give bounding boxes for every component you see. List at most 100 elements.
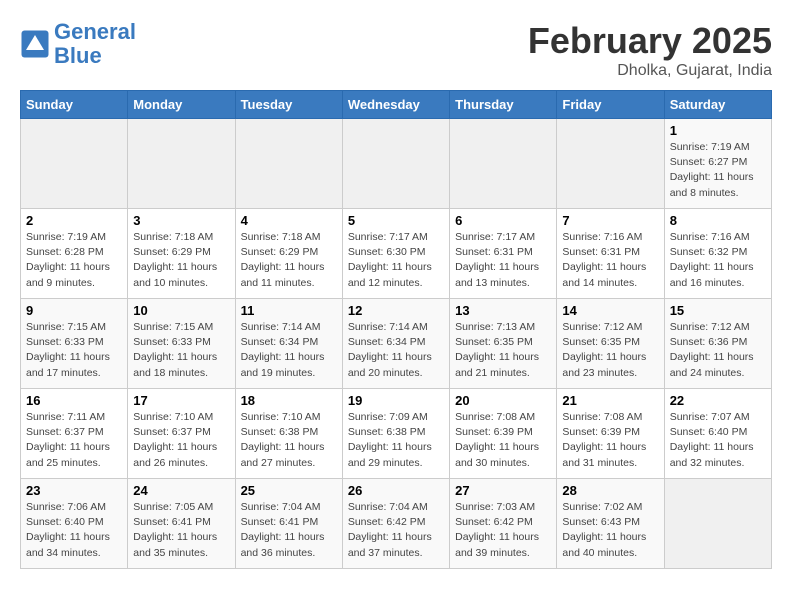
day-info: Sunrise: 7:04 AM Sunset: 6:41 PM Dayligh… [241,500,337,561]
day-info: Sunrise: 7:11 AM Sunset: 6:37 PM Dayligh… [26,410,122,471]
calendar-cell: 24 Sunrise: 7:05 AM Sunset: 6:41 PM Dayli… [128,479,235,569]
day-info: Sunrise: 7:09 AM Sunset: 6:38 PM Dayligh… [348,410,444,471]
day-info: Sunrise: 7:16 AM Sunset: 6:31 PM Dayligh… [562,230,658,291]
day-info: Sunrise: 7:15 AM Sunset: 6:33 PM Dayligh… [26,320,122,381]
day-info: Sunrise: 7:08 AM Sunset: 6:39 PM Dayligh… [562,410,658,471]
column-header-monday: Monday [128,91,235,119]
day-info: Sunrise: 7:14 AM Sunset: 6:34 PM Dayligh… [348,320,444,381]
day-number: 10 [133,303,229,318]
column-header-tuesday: Tuesday [235,91,342,119]
day-number: 14 [562,303,658,318]
day-number: 16 [26,393,122,408]
day-info: Sunrise: 7:12 AM Sunset: 6:35 PM Dayligh… [562,320,658,381]
calendar-body: 1 Sunrise: 7:19 AM Sunset: 6:27 PM Daylig… [21,119,772,569]
day-number: 5 [348,213,444,228]
calendar-cell: 16 Sunrise: 7:11 AM Sunset: 6:37 PM Dayli… [21,389,128,479]
title-block: February 2025 Dholka, Gujarat, India [528,20,772,80]
day-number: 19 [348,393,444,408]
day-info: Sunrise: 7:19 AM Sunset: 6:27 PM Dayligh… [670,140,766,201]
day-number: 22 [670,393,766,408]
calendar-cell: 28 Sunrise: 7:02 AM Sunset: 6:43 PM Dayli… [557,479,664,569]
calendar-cell: 4Sunrise: 7:18 AM Sunset: 6:29 PM Daylig… [235,209,342,299]
calendar-cell: 3 Sunrise: 7:18 AM Sunset: 6:29 PM Daylig… [128,209,235,299]
day-info: Sunrise: 7:15 AM Sunset: 6:33 PM Dayligh… [133,320,229,381]
day-number: 15 [670,303,766,318]
calendar-cell: 15 Sunrise: 7:12 AM Sunset: 6:36 PM Dayli… [664,299,771,389]
calendar-cell [128,119,235,209]
calendar-cell: 2Sunrise: 7:19 AM Sunset: 6:28 PM Daylig… [21,209,128,299]
day-number: 9 [26,303,122,318]
logo-text: General Blue [54,20,136,68]
calendar-cell: 18Sunrise: 7:10 AM Sunset: 6:38 PM Dayli… [235,389,342,479]
calendar-cell: 25 Sunrise: 7:04 AM Sunset: 6:41 PM Dayli… [235,479,342,569]
calendar-cell: 10 Sunrise: 7:15 AM Sunset: 6:33 PM Dayli… [128,299,235,389]
calendar-cell: 13 Sunrise: 7:13 AM Sunset: 6:35 PM Dayli… [450,299,557,389]
logo-icon [20,29,50,59]
day-number: 8 [670,213,766,228]
day-info: Sunrise: 7:02 AM Sunset: 6:43 PM Dayligh… [562,500,658,561]
column-header-thursday: Thursday [450,91,557,119]
day-info: Sunrise: 7:19 AM Sunset: 6:28 PM Dayligh… [26,230,122,291]
calendar-week-row: 9 Sunrise: 7:15 AM Sunset: 6:33 PM Daylig… [21,299,772,389]
day-info: Sunrise: 7:03 AM Sunset: 6:42 PM Dayligh… [455,500,551,561]
day-number: 25 [241,483,337,498]
calendar-cell: 6Sunrise: 7:17 AM Sunset: 6:31 PM Daylig… [450,209,557,299]
day-info: Sunrise: 7:16 AM Sunset: 6:32 PM Dayligh… [670,230,766,291]
month-title: February 2025 [528,20,772,62]
calendar-cell: 7 Sunrise: 7:16 AM Sunset: 6:31 PM Daylig… [557,209,664,299]
calendar-cell: 26 Sunrise: 7:04 AM Sunset: 6:42 PM Dayli… [342,479,449,569]
page-header: General Blue February 2025 Dholka, Gujar… [20,20,772,80]
day-number: 26 [348,483,444,498]
calendar-cell [235,119,342,209]
calendar-cell: 19 Sunrise: 7:09 AM Sunset: 6:38 PM Dayli… [342,389,449,479]
calendar-cell: 23Sunrise: 7:06 AM Sunset: 6:40 PM Dayli… [21,479,128,569]
day-info: Sunrise: 7:07 AM Sunset: 6:40 PM Dayligh… [670,410,766,471]
day-number: 11 [241,303,337,318]
calendar-cell: 20 Sunrise: 7:08 AM Sunset: 6:39 PM Dayli… [450,389,557,479]
day-number: 23 [26,483,122,498]
day-info: Sunrise: 7:14 AM Sunset: 6:34 PM Dayligh… [241,320,337,381]
day-number: 12 [348,303,444,318]
calendar-header-row: SundayMondayTuesdayWednesdayThursdayFrid… [21,91,772,119]
column-header-wednesday: Wednesday [342,91,449,119]
calendar-cell: 17Sunrise: 7:10 AM Sunset: 6:37 PM Dayli… [128,389,235,479]
day-number: 27 [455,483,551,498]
calendar-cell: 14 Sunrise: 7:12 AM Sunset: 6:35 PM Dayli… [557,299,664,389]
logo: General Blue [20,20,136,68]
day-info: Sunrise: 7:12 AM Sunset: 6:36 PM Dayligh… [670,320,766,381]
day-info: Sunrise: 7:10 AM Sunset: 6:38 PM Dayligh… [241,410,337,471]
calendar-cell [21,119,128,209]
day-info: Sunrise: 7:05 AM Sunset: 6:41 PM Dayligh… [133,500,229,561]
calendar-cell: 22 Sunrise: 7:07 AM Sunset: 6:40 PM Dayli… [664,389,771,479]
day-number: 4 [241,213,337,228]
day-info: Sunrise: 7:17 AM Sunset: 6:30 PM Dayligh… [348,230,444,291]
calendar-week-row: 16 Sunrise: 7:11 AM Sunset: 6:37 PM Dayli… [21,389,772,479]
logo-line2: Blue [54,43,102,68]
column-header-sunday: Sunday [21,91,128,119]
calendar-cell [450,119,557,209]
day-number: 13 [455,303,551,318]
calendar-table: SundayMondayTuesdayWednesdayThursdayFrid… [20,90,772,569]
calendar-cell: 12 Sunrise: 7:14 AM Sunset: 6:34 PM Dayli… [342,299,449,389]
day-number: 3 [133,213,229,228]
day-number: 24 [133,483,229,498]
day-number: 6 [455,213,551,228]
day-number: 21 [562,393,658,408]
column-header-friday: Friday [557,91,664,119]
calendar-week-row: 23Sunrise: 7:06 AM Sunset: 6:40 PM Dayli… [21,479,772,569]
calendar-cell: 9 Sunrise: 7:15 AM Sunset: 6:33 PM Daylig… [21,299,128,389]
calendar-cell: 8 Sunrise: 7:16 AM Sunset: 6:32 PM Daylig… [664,209,771,299]
day-number: 7 [562,213,658,228]
calendar-week-row: 1 Sunrise: 7:19 AM Sunset: 6:27 PM Daylig… [21,119,772,209]
day-info: Sunrise: 7:18 AM Sunset: 6:29 PM Dayligh… [133,230,229,291]
day-info: Sunrise: 7:04 AM Sunset: 6:42 PM Dayligh… [348,500,444,561]
calendar-cell [342,119,449,209]
day-number: 20 [455,393,551,408]
day-info: Sunrise: 7:08 AM Sunset: 6:39 PM Dayligh… [455,410,551,471]
calendar-cell: 11 Sunrise: 7:14 AM Sunset: 6:34 PM Dayli… [235,299,342,389]
calendar-cell: 5 Sunrise: 7:17 AM Sunset: 6:30 PM Daylig… [342,209,449,299]
calendar-cell [557,119,664,209]
day-info: Sunrise: 7:13 AM Sunset: 6:35 PM Dayligh… [455,320,551,381]
day-number: 28 [562,483,658,498]
day-number: 1 [670,123,766,138]
